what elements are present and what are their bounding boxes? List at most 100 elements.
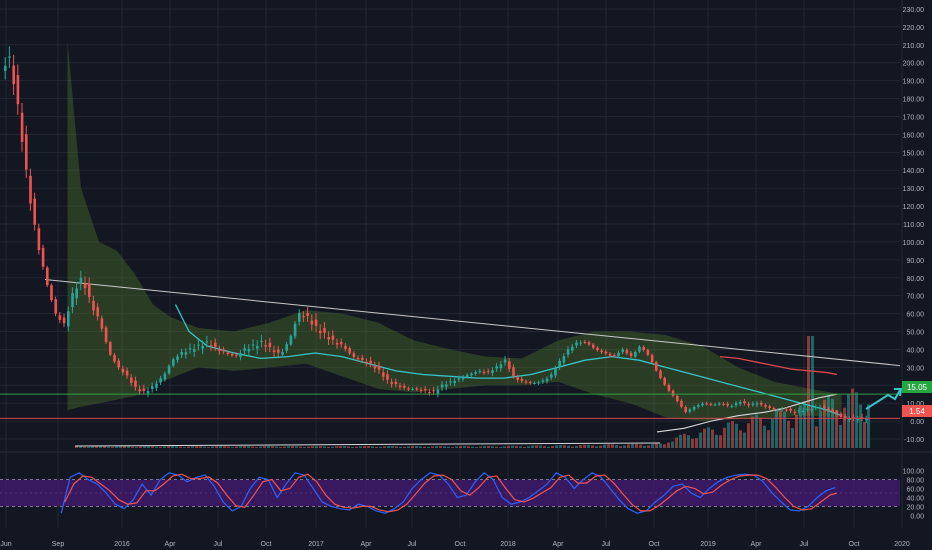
candle-body[interactable]	[403, 385, 406, 388]
candle-body[interactable]	[25, 134, 28, 170]
candle-body[interactable]	[550, 374, 553, 378]
candle-body[interactable]	[571, 346, 574, 351]
candle-body[interactable]	[634, 351, 637, 357]
candle-body[interactable]	[671, 390, 675, 396]
candle-body[interactable]	[848, 418, 851, 420]
candle-body[interactable]	[503, 359, 507, 363]
candle-body[interactable]	[289, 335, 293, 345]
candle-body[interactable]	[88, 283, 91, 297]
candle-body[interactable]	[579, 342, 582, 344]
candle-body[interactable]	[558, 360, 561, 368]
candle-body[interactable]	[369, 360, 372, 364]
candle-body[interactable]	[730, 406, 734, 408]
candle-body[interactable]	[344, 345, 347, 349]
candle-body[interactable]	[709, 403, 713, 405]
candle-body[interactable]	[104, 327, 108, 342]
candle-body[interactable]	[487, 371, 490, 373]
candle-body[interactable]	[768, 406, 771, 409]
candle-body[interactable]	[310, 320, 314, 325]
candle-body[interactable]	[298, 313, 301, 322]
candle-body[interactable]	[247, 348, 251, 352]
candle-body[interactable]	[264, 345, 267, 347]
candle-body[interactable]	[230, 353, 234, 356]
candle-body[interactable]	[209, 345, 213, 347]
candle-body[interactable]	[428, 392, 431, 394]
candle-body[interactable]	[390, 382, 393, 384]
candle-body[interactable]	[541, 380, 545, 382]
candle-body[interactable]	[83, 283, 87, 289]
candle-body[interactable]	[831, 409, 834, 412]
candle-body[interactable]	[562, 356, 566, 363]
candle-body[interactable]	[617, 352, 620, 357]
candle-body[interactable]	[79, 277, 83, 284]
candle-body[interactable]	[327, 337, 330, 340]
candle-body[interactable]	[184, 352, 188, 355]
candle-body[interactable]	[314, 319, 318, 326]
candle-body[interactable]	[663, 378, 666, 385]
candle-body[interactable]	[117, 360, 120, 368]
candle-body[interactable]	[755, 403, 759, 405]
candle-body[interactable]	[810, 409, 813, 411]
candle-body[interactable]	[151, 386, 154, 389]
candle-body[interactable]	[37, 228, 41, 251]
candle-body[interactable]	[319, 330, 322, 333]
candle-body[interactable]	[188, 348, 192, 350]
candle-body[interactable]	[776, 409, 780, 411]
candle-body[interactable]	[411, 388, 414, 390]
candle-body[interactable]	[680, 400, 683, 407]
candle-body[interactable]	[29, 175, 32, 204]
candle-body[interactable]	[281, 351, 284, 355]
candle-body[interactable]	[424, 389, 427, 391]
candle-body[interactable]	[146, 391, 150, 394]
candle-body[interactable]	[604, 351, 608, 354]
candle-body[interactable]	[352, 353, 356, 358]
candle-body[interactable]	[20, 112, 24, 142]
candle-body[interactable]	[684, 407, 687, 413]
candle-body[interactable]	[293, 323, 297, 337]
candle-body[interactable]	[167, 365, 171, 374]
candle-body[interactable]	[764, 405, 767, 407]
candle-body[interactable]	[58, 315, 62, 320]
candle-body[interactable]	[583, 341, 587, 343]
candle-body[interactable]	[676, 395, 679, 402]
candle-body[interactable]	[285, 344, 288, 351]
candle-body[interactable]	[587, 342, 591, 345]
candle-body[interactable]	[827, 408, 830, 411]
candle-body[interactable]	[205, 341, 209, 343]
candle-body[interactable]	[243, 348, 246, 351]
candle-body[interactable]	[46, 267, 49, 286]
candle-body[interactable]	[16, 75, 20, 105]
candle-body[interactable]	[814, 407, 818, 409]
candle-body[interactable]	[67, 311, 70, 327]
candle-body[interactable]	[461, 377, 465, 380]
candle-body[interactable]	[138, 389, 141, 392]
candle-body[interactable]	[197, 344, 200, 346]
candle-body[interactable]	[109, 342, 112, 355]
candle-body[interactable]	[772, 408, 776, 410]
candle-body[interactable]	[54, 299, 57, 314]
candle-body[interactable]	[575, 342, 578, 346]
candle-body[interactable]	[340, 342, 343, 345]
candle-body[interactable]	[356, 357, 360, 360]
candle-body[interactable]	[692, 407, 696, 410]
candle-body[interactable]	[818, 407, 822, 409]
candle-body[interactable]	[382, 372, 385, 377]
candle-body[interactable]	[802, 410, 805, 412]
candle-body[interactable]	[361, 357, 364, 360]
candle-body[interactable]	[180, 352, 183, 355]
candle-body[interactable]	[701, 403, 704, 406]
candle-body[interactable]	[760, 402, 763, 405]
candle-body[interactable]	[743, 401, 746, 404]
candle-body[interactable]	[251, 344, 255, 346]
candle-body[interactable]	[785, 409, 788, 411]
candle-body[interactable]	[545, 378, 549, 382]
candle-body[interactable]	[62, 317, 66, 324]
candle-body[interactable]	[302, 316, 305, 318]
candle-body[interactable]	[537, 382, 540, 384]
candle-body[interactable]	[176, 356, 179, 361]
candle-body[interactable]	[596, 347, 599, 351]
candle-body[interactable]	[8, 56, 11, 58]
candle-body[interactable]	[419, 389, 423, 391]
candle-body[interactable]	[512, 367, 515, 377]
candle-body[interactable]	[33, 198, 36, 225]
